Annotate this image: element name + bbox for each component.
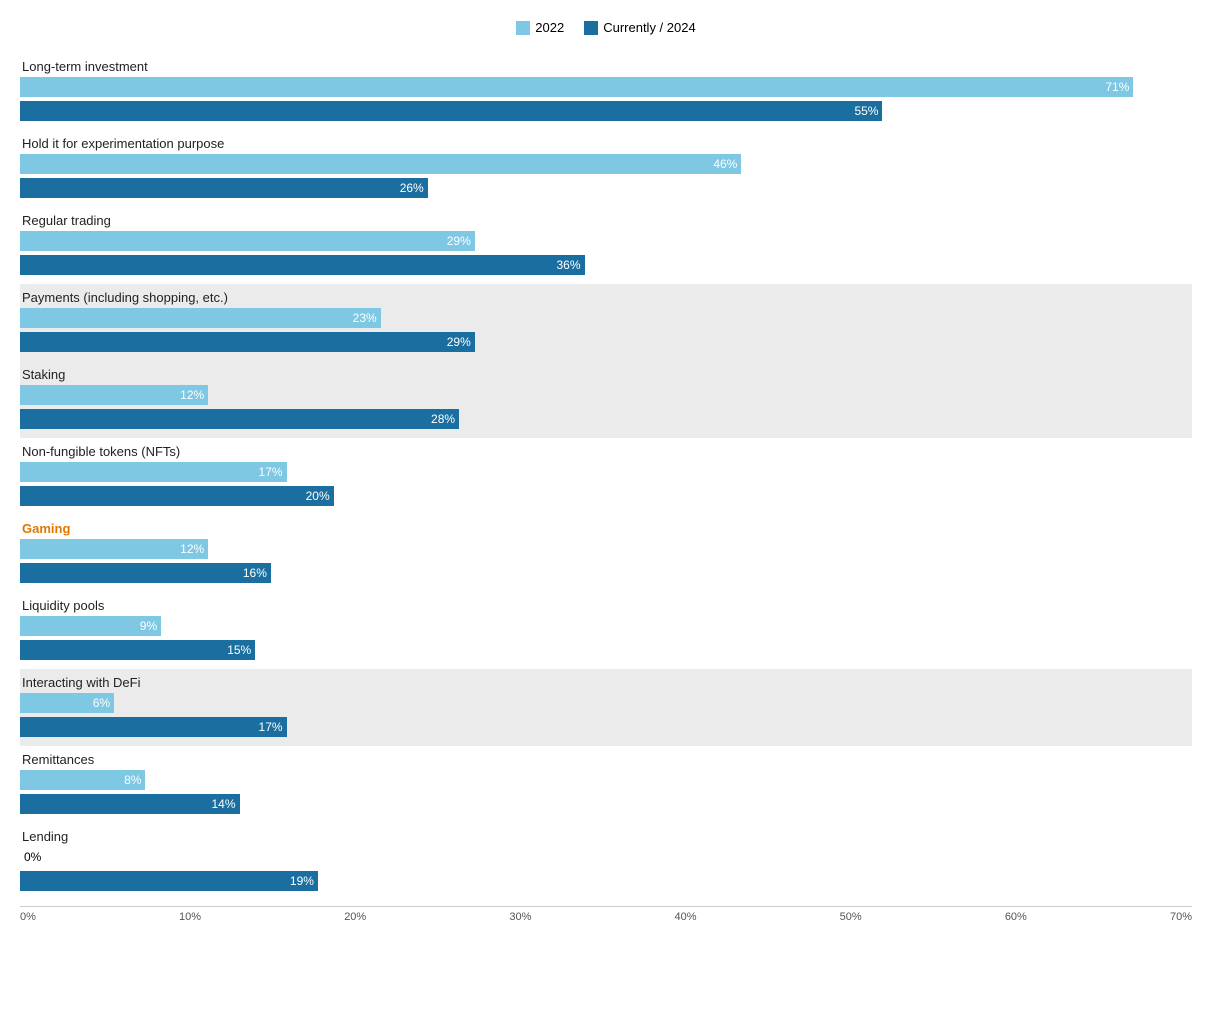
category-label: Regular trading xyxy=(20,213,1192,228)
category-block: Non-fungible tokens (NFTs) 17% 20% xyxy=(20,438,1192,515)
bar-row-2022: 8% xyxy=(20,769,1192,791)
bar-2022: 12% xyxy=(20,385,208,405)
bar-2022: 9% xyxy=(20,616,161,636)
bar-current: 16% xyxy=(20,563,271,583)
legend-item: Currently / 2024 xyxy=(584,20,696,35)
category-block: Interacting with DeFi 6% 17% xyxy=(20,669,1192,746)
bar-row-current: 28% xyxy=(20,408,1192,430)
legend-swatch xyxy=(584,21,598,35)
chart-legend: 2022 Currently / 2024 xyxy=(20,20,1192,35)
bar-row-2022: 71% xyxy=(20,76,1192,98)
x-axis-label: 50% xyxy=(840,911,862,923)
bar-row-current: 16% xyxy=(20,562,1192,584)
category-block: Remittances 8% 14% xyxy=(20,746,1192,823)
bar-2022: 6% xyxy=(20,693,114,713)
bar-current: 14% xyxy=(20,794,240,814)
bar-2022: 71% xyxy=(20,77,1133,97)
bar-row-current: 36% xyxy=(20,254,1192,276)
x-axis-label: 60% xyxy=(1005,911,1027,923)
bar-row-current: 29% xyxy=(20,331,1192,353)
legend-label: Currently / 2024 xyxy=(603,20,696,35)
bar-row-2022: 46% xyxy=(20,153,1192,175)
bar-row-2022: 6% xyxy=(20,692,1192,714)
category-label: Long-term investment xyxy=(20,59,1192,74)
bar-2022: 8% xyxy=(20,770,145,790)
category-block: Staking 12% 28% xyxy=(20,361,1192,438)
bar-row-2022: 12% xyxy=(20,538,1192,560)
bar-row-2022: 0% xyxy=(20,846,1192,868)
bar-row-current: 14% xyxy=(20,793,1192,815)
category-block: Long-term investment 71% 55% xyxy=(20,53,1192,130)
chart-area: Long-term investment 71% 55% Hold it for ex… xyxy=(20,53,1192,900)
bar-2022: 17% xyxy=(20,462,287,482)
bar-2022: 46% xyxy=(20,154,741,174)
category-label: Hold it for experimentation purpose xyxy=(20,136,1192,151)
bar-current: 36% xyxy=(20,255,585,275)
bar-row-current: 26% xyxy=(20,177,1192,199)
category-label: Remittances xyxy=(20,752,1192,767)
x-axis-label: 20% xyxy=(344,911,366,923)
category-block: Gaming 12% 16% xyxy=(20,515,1192,592)
category-label: Staking xyxy=(20,367,1192,382)
x-axis-label: 70% xyxy=(1170,911,1192,923)
category-block: Lending 0% 19% xyxy=(20,823,1192,900)
x-axis-label: 0% xyxy=(20,911,36,923)
category-label: Non-fungible tokens (NFTs) xyxy=(20,444,1192,459)
bar-current: 19% xyxy=(20,871,318,891)
category-label: Liquidity pools xyxy=(20,598,1192,613)
bar-current: 28% xyxy=(20,409,459,429)
category-block: Payments (including shopping, etc.) 23% 29… xyxy=(20,284,1192,361)
x-axis-label: 10% xyxy=(179,911,201,923)
bar-2022: 29% xyxy=(20,231,475,251)
bar-current: 17% xyxy=(20,717,287,737)
category-block: Liquidity pools 9% 15% xyxy=(20,592,1192,669)
x-axis-label: 40% xyxy=(675,911,697,923)
category-block: Regular trading 29% 36% xyxy=(20,207,1192,284)
bar-2022: 23% xyxy=(20,308,381,328)
category-label: Interacting with DeFi xyxy=(20,675,1192,690)
legend-swatch xyxy=(516,21,530,35)
bar-current: 26% xyxy=(20,178,428,198)
bar-current: 15% xyxy=(20,640,255,660)
category-label: Payments (including shopping, etc.) xyxy=(20,290,1192,305)
x-axis: 0% 10% 20% 30% 40% 50% 60% 70% xyxy=(20,906,1192,923)
bar-row-current: 17% xyxy=(20,716,1192,738)
bar-row-2022: 17% xyxy=(20,461,1192,483)
legend-item: 2022 xyxy=(516,20,564,35)
bar-row-current: 55% xyxy=(20,100,1192,122)
bar-row-2022: 23% xyxy=(20,307,1192,329)
bar-row-current: 20% xyxy=(20,485,1192,507)
category-label: Gaming xyxy=(20,521,1192,536)
bar-current: 29% xyxy=(20,332,475,352)
bar-row-2022: 12% xyxy=(20,384,1192,406)
category-label: Lending xyxy=(20,829,1192,844)
bar-row-2022: 29% xyxy=(20,230,1192,252)
legend-label: 2022 xyxy=(535,20,564,35)
bar-current: 20% xyxy=(20,486,334,506)
bar-2022: 12% xyxy=(20,539,208,559)
bar-current: 55% xyxy=(20,101,882,121)
category-block: Hold it for experimentation purpose 46% 26… xyxy=(20,130,1192,207)
bar-row-current: 15% xyxy=(20,639,1192,661)
bar-row-2022: 9% xyxy=(20,615,1192,637)
bar-row-current: 19% xyxy=(20,870,1192,892)
chart-container: 2022 Currently / 2024 Long-term investme… xyxy=(20,20,1192,923)
zero-label: 0% xyxy=(20,850,41,864)
x-axis-label: 30% xyxy=(509,911,531,923)
